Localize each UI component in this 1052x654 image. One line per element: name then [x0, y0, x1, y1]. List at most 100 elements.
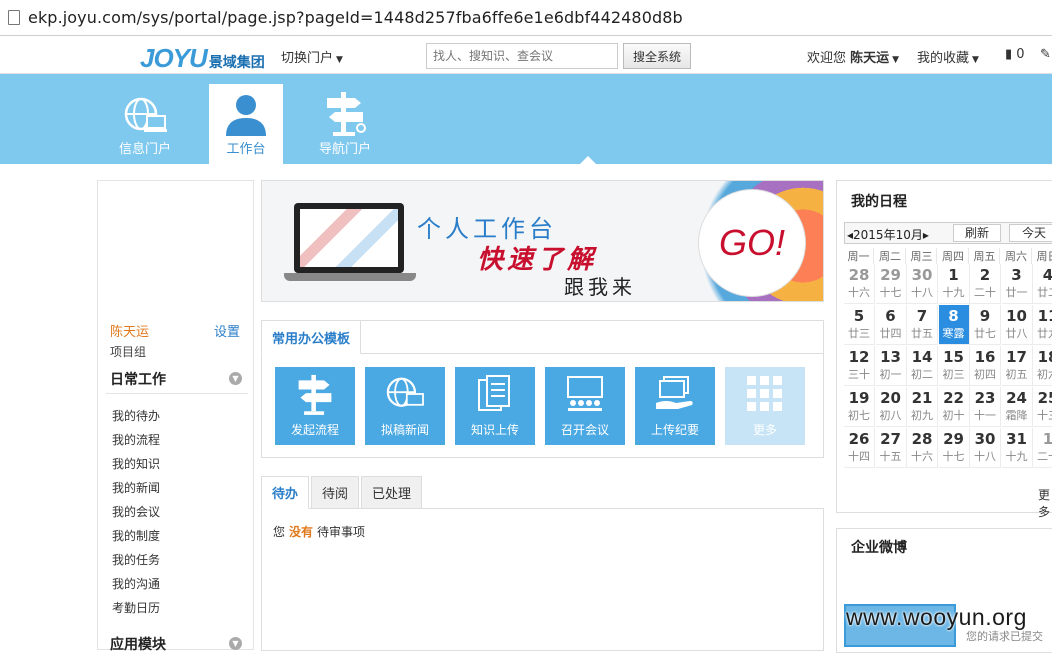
- calendar-day[interactable]: 17 初五: [1001, 346, 1033, 386]
- menu-my-rules[interactable]: 我的制度: [112, 527, 160, 544]
- globe-laptop-icon: [365, 367, 445, 421]
- globe-laptop-icon: [108, 84, 182, 138]
- menu-my-knowledge[interactable]: 我的知识: [112, 455, 160, 472]
- address-bar[interactable]: ekp.joyu.com/sys/portal/page.jsp?pageId=…: [0, 0, 1052, 36]
- day-number: 19: [848, 389, 870, 407]
- menu-my-news[interactable]: 我的新闻: [112, 479, 160, 496]
- search-all-button[interactable]: 搜全系统: [623, 43, 691, 69]
- calendar-day[interactable]: 21 初九: [907, 387, 938, 427]
- calendar-refresh-button[interactable]: 刷新: [953, 224, 1001, 242]
- menu-my-meetings[interactable]: 我的会议: [112, 503, 160, 520]
- day-number: 28: [848, 266, 870, 284]
- calendar-day[interactable]: 10 廿八: [1001, 305, 1033, 345]
- tile-start-workflow[interactable]: 发起流程: [275, 367, 355, 445]
- day-number: 1: [1042, 430, 1052, 448]
- switch-portal-dropdown[interactable]: 切换门户 ▼: [281, 47, 343, 66]
- calendar-day[interactable]: 26 十四: [844, 428, 875, 468]
- edit-icon[interactable]: ✎: [1040, 47, 1051, 62]
- calendar-today-button[interactable]: 今天: [1009, 224, 1052, 242]
- calendar-day[interactable]: 24 霜降: [1001, 387, 1033, 427]
- grid-icon: [725, 367, 805, 421]
- go-button[interactable]: GO!: [698, 189, 806, 297]
- menu-my-communication[interactable]: 我的沟通: [112, 575, 160, 592]
- calendar-day[interactable]: 23 十一: [970, 387, 1001, 427]
- promo-banner[interactable]: 个人工作台 快速了解 跟我来 GO!: [261, 180, 824, 302]
- calendar-day[interactable]: 27 十五: [875, 428, 907, 468]
- calendar-day[interactable]: 3 廿一: [1001, 264, 1033, 304]
- calendar-day[interactable]: 7 廿五: [907, 305, 938, 345]
- settings-link[interactable]: 设置: [214, 321, 240, 340]
- calendar-day[interactable]: 2 二十: [970, 264, 1001, 304]
- menu-my-tasks[interactable]: 我的任务: [112, 551, 160, 568]
- tile-draft-news[interactable]: 拟稿新闻: [365, 367, 445, 445]
- sidebar-username[interactable]: 陈天运: [110, 321, 149, 340]
- day-number: 7: [916, 307, 928, 325]
- promo-line3: 跟我来: [564, 275, 636, 299]
- calendar-day[interactable]: 29 十七: [938, 428, 970, 468]
- calendar-day[interactable]: 13 初一: [875, 346, 907, 386]
- calendar-day[interactable]: 29 十七: [875, 264, 907, 304]
- calendar-day[interactable]: 22 初十: [938, 387, 970, 427]
- daily-work-title: 日常工作: [110, 372, 166, 388]
- logo[interactable]: JOYU 景域集团: [140, 43, 265, 74]
- documents-counter[interactable]: ▮ 0: [1005, 47, 1025, 62]
- calendar-day[interactable]: 25 十三: [1033, 387, 1052, 427]
- calendar-day[interactable]: 16 初四: [970, 346, 1001, 386]
- tab-common-templates[interactable]: 常用办公模板: [261, 320, 361, 354]
- calendar-day[interactable]: 4 廿二: [1033, 264, 1052, 304]
- signpost-icon: [308, 84, 382, 138]
- lunar-date: 二十: [1037, 450, 1052, 463]
- calendar-day[interactable]: 14 初二: [907, 346, 938, 386]
- calendar-day[interactable]: 28 十六: [907, 428, 938, 468]
- calendar-day[interactable]: 6 廿四: [875, 305, 907, 345]
- menu-attendance-calendar[interactable]: 考勤日历: [112, 599, 160, 616]
- calendar-day[interactable]: 28 十六: [844, 264, 875, 304]
- calendar-day[interactable]: 31 十九: [1001, 428, 1033, 468]
- tile-upload-minutes[interactable]: 上传纪要: [635, 367, 715, 445]
- lunar-date: 十一: [974, 409, 996, 422]
- tab-todo[interactable]: 待办: [261, 476, 310, 509]
- portal-workbench[interactable]: 工作台: [209, 84, 283, 164]
- calendar-day[interactable]: 18 初六: [1033, 346, 1052, 386]
- calendar-day[interactable]: 12 三十: [844, 346, 875, 386]
- next-month-icon[interactable]: ▸: [923, 228, 929, 242]
- calendar-day[interactable]: 30 十八: [907, 264, 938, 304]
- calendar-day[interactable]: 8 寒露: [938, 305, 970, 345]
- caret-down-icon: ▼: [972, 55, 979, 65]
- tile-more[interactable]: 更多: [725, 367, 805, 445]
- tab-to-read[interactable]: 待阅: [311, 476, 360, 509]
- favorites-menu[interactable]: 我的收藏 ▼: [917, 47, 979, 66]
- day-number: 5: [853, 307, 865, 325]
- tab-processed[interactable]: 已处理: [361, 476, 423, 509]
- lunar-date: 十六: [911, 450, 933, 463]
- search-input[interactable]: [426, 43, 618, 69]
- schedule-more-link[interactable]: 更多: [1038, 486, 1052, 520]
- tile-upload-knowledge[interactable]: 知识上传: [455, 367, 535, 445]
- calendar-month-nav[interactable]: ◂2015年10月▸: [847, 226, 929, 243]
- url-text[interactable]: ekp.joyu.com/sys/portal/page.jsp?pageId=…: [28, 8, 683, 27]
- tile-hold-meeting[interactable]: 召开会议: [545, 367, 625, 445]
- portal-info[interactable]: 信息门户: [108, 84, 182, 164]
- laptop-illustration: [294, 203, 404, 273]
- calendar-day[interactable]: 20 初八: [875, 387, 907, 427]
- lunar-date: 霜降: [1005, 409, 1028, 422]
- calendar-day[interactable]: 1 十九: [938, 264, 970, 304]
- lunar-date: 初八: [879, 409, 902, 422]
- calendar-day[interactable]: 1 二十: [1033, 428, 1052, 468]
- collapse-icon[interactable]: ▼: [229, 637, 242, 650]
- weekday-header: 周三: [907, 248, 937, 264]
- calendar-day[interactable]: 11 廿九: [1033, 305, 1052, 345]
- welcome-user-menu[interactable]: 欢迎您 陈天运 ▼: [807, 47, 899, 66]
- calendar-day[interactable]: 15 初三: [938, 346, 970, 386]
- collapse-icon[interactable]: ▼: [229, 372, 242, 385]
- menu-my-workflow[interactable]: 我的流程: [112, 431, 160, 448]
- calendar-day[interactable]: 30 十八: [970, 428, 1001, 468]
- app-modules-title: 应用模块: [110, 637, 166, 653]
- portal-navigation[interactable]: 导航门户: [308, 84, 382, 164]
- laptop-base: [284, 273, 416, 281]
- calendar-day[interactable]: 5 廿三: [844, 305, 875, 345]
- menu-my-todo[interactable]: 我的待办: [112, 407, 160, 424]
- calendar-day[interactable]: 19 初七: [844, 387, 875, 427]
- divider: [106, 393, 248, 394]
- calendar-day[interactable]: 9 廿七: [970, 305, 1001, 345]
